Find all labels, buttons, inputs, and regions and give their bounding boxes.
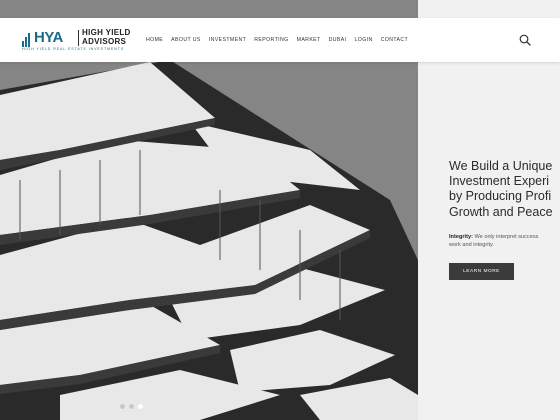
site-header: HYA HIGH YIELD ADVISORS HIGH YIELD REAL … <box>0 18 560 62</box>
headline-line-2: Investment Experi <box>449 174 550 189</box>
slider-dot-1[interactable] <box>120 404 125 409</box>
main-nav: HOME ABOUT US INVESTMENT REPORTING MARKE… <box>146 18 416 62</box>
learn-more-button[interactable]: LEARN MORE <box>449 263 514 280</box>
logo-name-line2: ADVISORS <box>82 36 127 46</box>
integrity-text: Integrity: We only interpret success wor… <box>449 233 560 249</box>
building-illustration <box>0 0 418 420</box>
integrity-label: Integrity: <box>449 234 473 240</box>
headline-line-4: Growth and Peace <box>449 204 553 219</box>
nav-reporting[interactable]: REPORTING <box>254 37 288 43</box>
nav-contact[interactable]: CONTACT <box>381 37 409 43</box>
logo-divider <box>78 30 79 46</box>
logo-bars-icon <box>22 29 31 47</box>
page: HYA HIGH YIELD ADVISORS HIGH YIELD REAL … <box>0 0 560 420</box>
logo-tagline: HIGH YIELD REAL ESTATE INVESTMENTS <box>22 47 125 51</box>
nav-about-us[interactable]: ABOUT US <box>171 37 201 43</box>
logo-letters: HYA <box>34 29 63 46</box>
brand-logo[interactable]: HYA HIGH YIELD ADVISORS HIGH YIELD REAL … <box>22 28 140 53</box>
logo-name: HIGH YIELD ADVISORS <box>82 28 131 46</box>
nav-dubai[interactable]: DUBAI <box>329 37 347 43</box>
hero-image <box>0 0 418 420</box>
hero-headline: We Build a Unique Investment Experi by P… <box>449 159 560 220</box>
integrity-text-2: work and integrity. <box>449 242 494 248</box>
nav-investment[interactable]: INVESTMENT <box>209 37 246 43</box>
nav-market[interactable]: MARKET <box>297 37 321 43</box>
slider-dots <box>120 404 147 409</box>
headline-line-1: We Build a Unique <box>449 159 553 173</box>
nav-home[interactable]: HOME <box>146 37 163 43</box>
slider-dot-3[interactable] <box>138 404 143 409</box>
headline-line-3: by Producing Profi <box>449 189 552 204</box>
nav-login[interactable]: LOGIN <box>354 37 372 43</box>
slider-dot-2[interactable] <box>129 404 134 409</box>
integrity-text-1: We only interpret success <box>472 234 539 240</box>
search-icon[interactable] <box>519 34 531 46</box>
